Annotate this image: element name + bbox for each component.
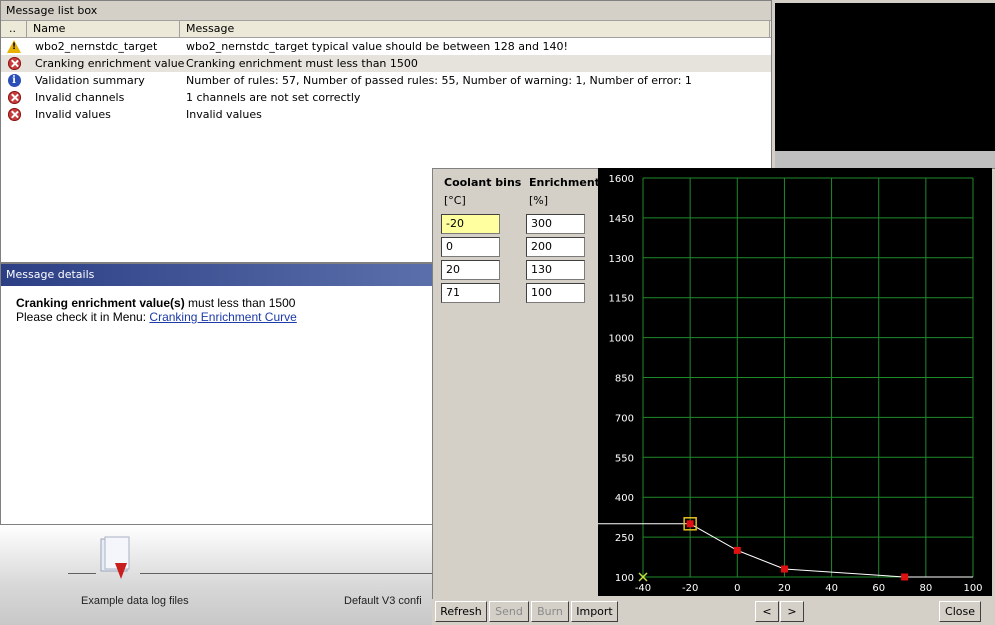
row-name: Invalid channels — [35, 91, 125, 104]
y-tick-label: 1450 — [609, 214, 634, 225]
list-row[interactable]: Invalid channels 1 channels are not set … — [1, 89, 771, 106]
y-tick-label: 1600 — [609, 174, 634, 185]
data-point — [780, 565, 788, 573]
y-tick-label: 700 — [615, 413, 634, 424]
row-message: Invalid values — [186, 108, 262, 121]
row-message: 1 channels are not set correctly — [186, 91, 361, 104]
enrichment-curve-chart[interactable]: -40 -20 0 20 40 60 80 100 100 250 400 550 700 850 1000… — [598, 168, 992, 596]
previous-point-button[interactable]: < — [755, 601, 779, 622]
y-tick-label: 100 — [615, 573, 634, 584]
y-tick-label: 1300 — [609, 254, 634, 265]
x-tick-label: 20 — [778, 583, 791, 594]
detail-heading-bold: Cranking enrichment value(s) — [16, 296, 185, 310]
x-tick-label: 60 — [872, 583, 885, 594]
row-message: wbo2_nernstdc_target typical value shoul… — [186, 40, 568, 53]
row-name: Invalid values — [35, 108, 111, 121]
coolant-bin-field[interactable]: 0 — [441, 237, 500, 257]
error-icon — [7, 108, 21, 121]
y-tick-label: 1150 — [609, 294, 634, 305]
x-tick-label: -20 — [682, 583, 698, 594]
enrichment-field[interactable]: 130 — [526, 260, 585, 280]
y-tick-label: 1000 — [609, 334, 634, 345]
default-v3-config-label[interactable]: Default V3 confi — [344, 595, 422, 607]
enrichment-field[interactable]: 200 — [526, 237, 585, 257]
error-icon — [7, 91, 21, 104]
list-row[interactable]: Cranking enrichment value Cranking enric… — [1, 55, 771, 72]
coolant-bins-header: Coolant bins — [444, 176, 522, 189]
data-point — [733, 546, 741, 554]
x-tick-label: 0 — [734, 583, 740, 594]
y-tick-label: 550 — [615, 453, 634, 464]
data-log-folder-icon[interactable] — [95, 535, 135, 581]
y-tick-label: 850 — [615, 374, 634, 385]
header-name-column[interactable]: Name — [27, 21, 180, 37]
x-tick-label: 80 — [919, 583, 932, 594]
x-tick-label: 40 — [825, 583, 838, 594]
cranking-curve-link[interactable]: Cranking Enrichment Curve — [149, 310, 296, 324]
row-message: Cranking enrichment must less than 1500 — [186, 57, 418, 70]
detail-line-prefix: Please check it in Menu: — [16, 310, 150, 324]
enrichment-field[interactable]: 300 — [526, 214, 585, 234]
warning-icon: ! — [7, 40, 21, 53]
list-row[interactable]: i Validation summary Number of rules: 57… — [1, 72, 771, 89]
enrichment-field[interactable]: 100 — [526, 283, 585, 303]
divider — [140, 573, 432, 574]
next-point-button[interactable]: > — [780, 601, 804, 622]
detail-heading-rest: must less than 1500 — [184, 296, 296, 310]
burn-button[interactable]: Burn — [531, 601, 569, 622]
message-list-header: .. Name Message — [1, 21, 771, 38]
curve-editor-toolbar: Refresh Send Burn Import < > Close — [432, 599, 995, 625]
error-icon — [7, 57, 21, 70]
enrichment-header: Enrichment — [529, 176, 600, 189]
row-message: Number of rules: 57, Number of passed ru… — [186, 74, 692, 87]
x-tick-label: 100 — [963, 583, 982, 594]
coolant-bin-field[interactable]: 20 — [441, 260, 500, 280]
send-button[interactable]: Send — [489, 601, 529, 622]
y-tick-label: 250 — [615, 533, 634, 544]
info-icon: i — [7, 74, 21, 87]
divider — [68, 573, 96, 574]
refresh-button[interactable]: Refresh — [435, 601, 487, 622]
row-name: Cranking enrichment value — [35, 57, 185, 70]
row-name: wbo2_nernstdc_target — [35, 40, 158, 53]
list-row[interactable]: Invalid values Invalid values — [1, 106, 771, 123]
example-data-log-files-label[interactable]: Example data log files — [81, 595, 189, 607]
header-message-column[interactable]: Message — [180, 21, 770, 37]
data-point — [686, 520, 694, 528]
coolant-unit: [°C] — [444, 194, 466, 207]
message-list-title: Message list box — [1, 1, 771, 21]
import-button[interactable]: Import — [571, 601, 618, 622]
row-name: Validation summary — [35, 74, 145, 87]
data-point — [901, 573, 909, 581]
close-button[interactable]: Close — [939, 601, 981, 622]
display-panel — [775, 3, 995, 151]
enrichment-unit: [%] — [529, 194, 549, 207]
y-tick-label: 400 — [615, 493, 634, 504]
list-row[interactable]: ! wbo2_nernstdc_target wbo2_nernstdc_tar… — [1, 38, 771, 55]
coolant-bin-field[interactable]: 71 — [441, 283, 500, 303]
header-icon-column[interactable]: .. — [1, 21, 27, 37]
x-tick-label: -40 — [635, 583, 651, 594]
coolant-bin-field[interactable]: -20 — [441, 214, 500, 234]
